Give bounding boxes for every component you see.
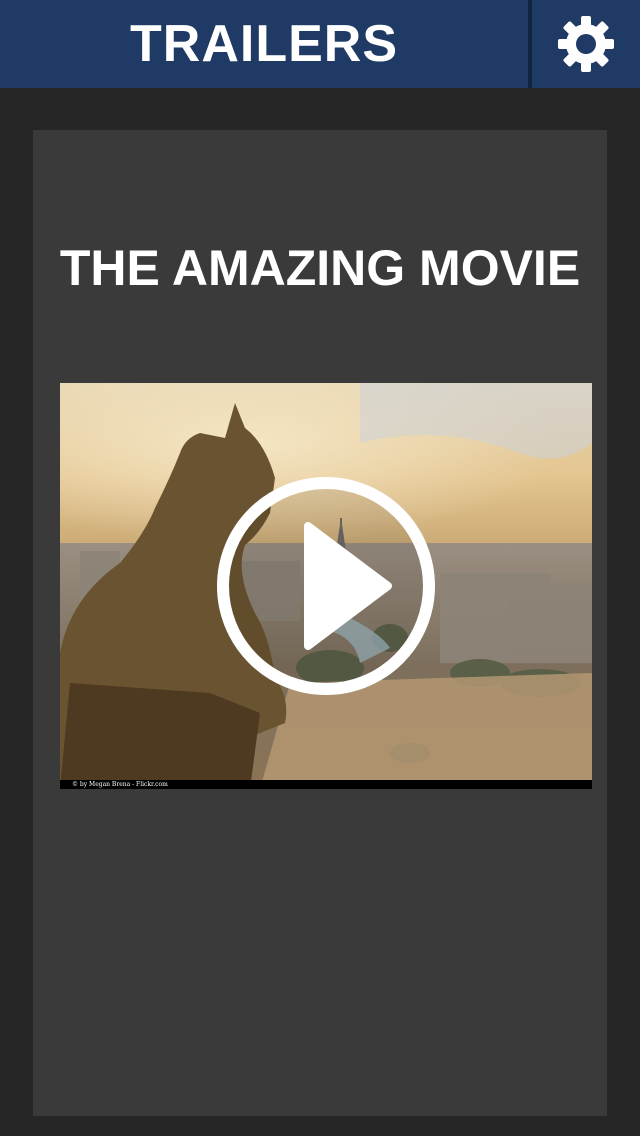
header-title-area: TRAILERS	[0, 0, 528, 88]
movie-thumbnail[interactable]: © by Megan Brena - Flickr.com	[60, 383, 592, 789]
movie-title: THE AMAZING MOVIE	[59, 240, 581, 296]
app-title: TRAILERS	[130, 15, 398, 73]
gear-icon	[558, 16, 614, 72]
play-button[interactable]	[216, 476, 436, 696]
top-bar: TRAILERS	[0, 0, 640, 88]
settings-button[interactable]	[532, 0, 640, 88]
credit-bar: © by Megan Brena - Flickr.com	[60, 780, 592, 789]
photo-credit: © by Megan Brena - Flickr.com	[72, 781, 168, 788]
